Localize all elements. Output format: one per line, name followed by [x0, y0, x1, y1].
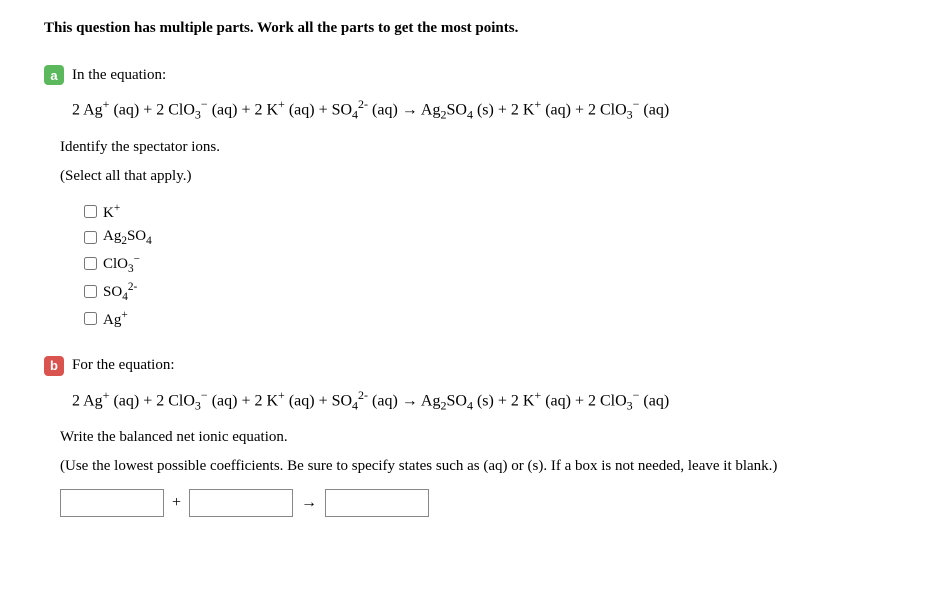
option-label: Ag+	[103, 309, 128, 329]
option-checkbox-so4[interactable]	[84, 285, 97, 298]
option-label: K+	[103, 202, 120, 222]
option-checkbox-ag2so4[interactable]	[84, 231, 97, 244]
part-a-title: In the equation:	[72, 67, 166, 84]
plus-operator: +	[170, 494, 183, 512]
option-label: Ag2SO4	[103, 228, 152, 247]
part-a-instruction: Identify the spectator ions.	[60, 139, 892, 156]
part-a-header: a In the equation:	[44, 65, 892, 85]
badge-a: a	[44, 65, 64, 85]
option-row: SO42-	[80, 278, 892, 306]
option-row: ClO3−	[80, 250, 892, 278]
option-row: Ag+	[80, 306, 892, 332]
part-a: a In the equation: 2 Ag+ (aq) + 2 ClO3− …	[44, 65, 892, 332]
option-label: ClO3−	[103, 253, 140, 275]
part-b-title: For the equation:	[72, 357, 174, 374]
part-b-header: b For the equation:	[44, 356, 892, 376]
option-row: K+	[80, 199, 892, 225]
option-checkbox-clo3[interactable]	[84, 257, 97, 270]
options-list: K+ Ag2SO4 ClO3− SO42- Ag+	[80, 199, 892, 332]
reactant-2-input[interactable]	[189, 489, 293, 517]
product-1-input[interactable]	[325, 489, 429, 517]
part-b-equation: 2 Ag+ (aq) + 2 ClO3− (aq) + 2 K+ (aq) + …	[72, 388, 892, 414]
page-instruction: This question has multiple parts. Work a…	[44, 20, 892, 37]
option-checkbox-ag[interactable]	[84, 312, 97, 325]
option-checkbox-k[interactable]	[84, 205, 97, 218]
part-a-equation: 2 Ag+ (aq) + 2 ClO3− (aq) + 2 K+ (aq) + …	[72, 97, 892, 123]
part-b: b For the equation: 2 Ag+ (aq) + 2 ClO3−…	[44, 356, 892, 518]
part-a-sub-instruction: (Select all that apply.)	[60, 168, 892, 185]
option-row: Ag2SO4	[80, 225, 892, 250]
part-b-sub-instruction: (Use the lowest possible coefficients. B…	[60, 458, 892, 475]
reactant-1-input[interactable]	[60, 489, 164, 517]
equation-inputs: + →	[60, 489, 892, 517]
part-b-instruction: Write the balanced net ionic equation.	[60, 429, 892, 446]
arrow-operator: →	[299, 494, 319, 512]
badge-b: b	[44, 356, 64, 376]
option-label: SO42-	[103, 281, 137, 303]
